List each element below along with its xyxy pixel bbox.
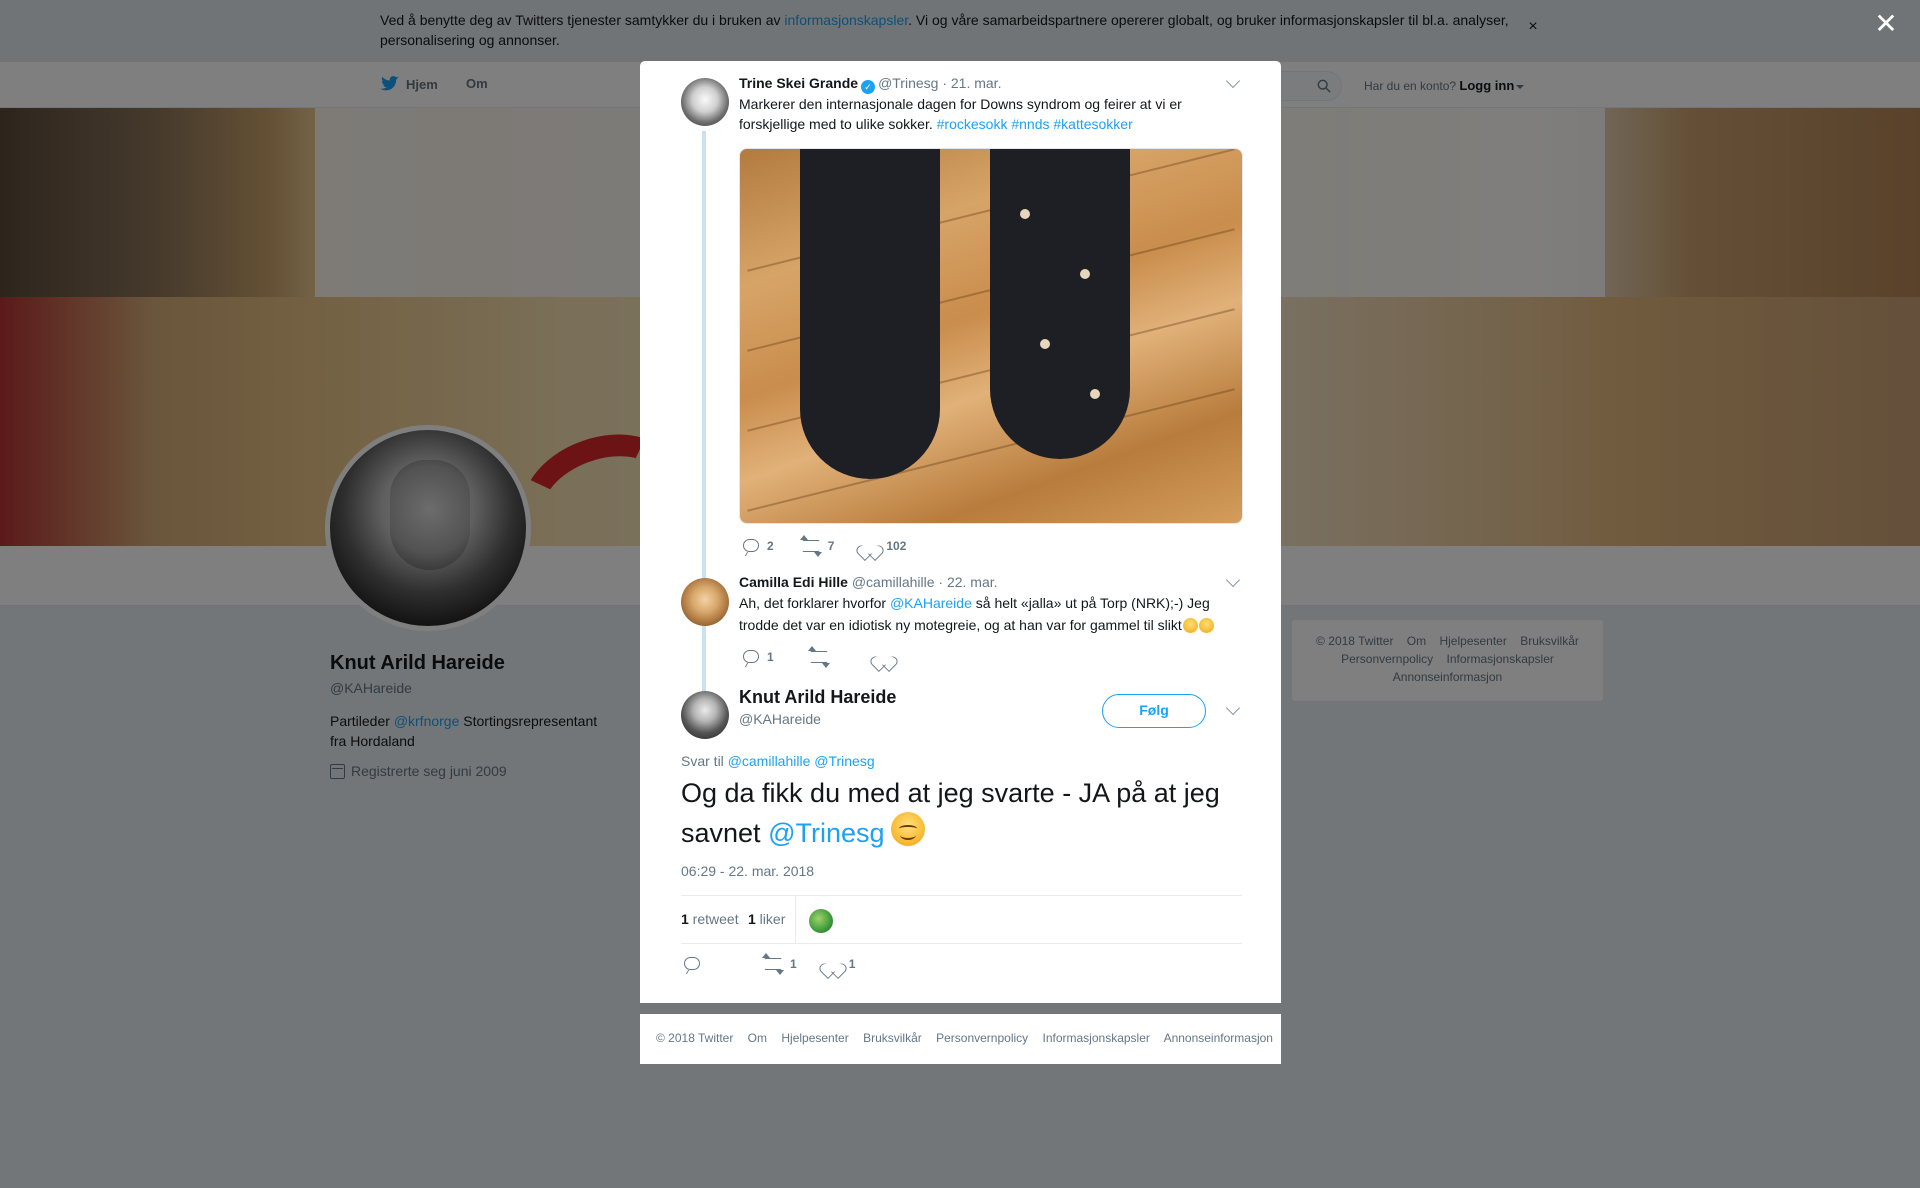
follow-button[interactable]: Følg (1102, 694, 1206, 728)
verified-icon: ✓ (861, 80, 876, 94)
footer-link: © 2018 Twitter (656, 1031, 734, 1045)
thread-line (702, 131, 706, 631)
retweet-button[interactable] (807, 645, 830, 668)
tweet-date[interactable]: · 21. mar. (942, 75, 1001, 91)
retweet-button[interactable]: 1 (762, 952, 797, 975)
like-button[interactable]: 102 (862, 538, 906, 553)
avatar[interactable] (681, 691, 729, 739)
tweet-actions: 1 1 (684, 952, 883, 975)
heart-icon (862, 538, 878, 553)
tweet-header: Trine Skei Grande ✓ @Trinesg · 21. mar. (739, 74, 1001, 94)
modal-footer: © 2018 Twitter Om Hjelpesenter Bruksvilk… (640, 1014, 1281, 1064)
footer-link[interactable]: Annonseinformasjon (1164, 1031, 1273, 1045)
footer-link[interactable]: Bruksvilkår (863, 1031, 922, 1045)
avatar[interactable] (681, 578, 729, 626)
tweet-stats: 1 retweet 1 liker (681, 895, 1242, 944)
reply-button[interactable]: 2 (743, 539, 774, 553)
right-sock (990, 149, 1130, 459)
emoji-smile-icon (890, 812, 925, 846)
reply-icon (743, 650, 759, 663)
author-handle[interactable]: @KAHareide (739, 711, 821, 727)
retweet-icon (807, 645, 830, 668)
tweet-text: Markerer den internasjonale dagen for Do… (739, 96, 1182, 132)
reply-button[interactable] (684, 957, 700, 970)
tweet-timestamp[interactable]: 06:29 - 22. mar. 2018 (681, 863, 814, 879)
main-tweet-text: Og da fikk du med at jeg svarte - JA på … (681, 778, 1220, 848)
footer-link[interactable]: Hjelpesenter (781, 1031, 848, 1045)
mention-link[interactable]: @Trinesg (768, 818, 884, 848)
author-name[interactable]: Knut Arild Hareide (739, 687, 896, 708)
reply-button[interactable]: 1 (743, 650, 774, 664)
retweet-button[interactable]: 7 (799, 534, 834, 557)
reply-icon (743, 539, 759, 552)
tweet-modal: Trine Skei Grande ✓ @Trinesg · 21. mar. Ma… (640, 61, 1281, 1003)
author-handle[interactable]: @camillahille (852, 574, 935, 590)
reply-mentions[interactable]: @camillahille @Trinesg (728, 753, 875, 769)
like-button[interactable]: 1 (825, 956, 856, 971)
heart-icon (825, 956, 841, 971)
liker-avatar[interactable] (809, 909, 833, 933)
tweet-actions: 2 7 102 (743, 534, 934, 557)
like-button[interactable] (876, 649, 892, 664)
retweet-icon (762, 952, 784, 975)
tweet-text: Ah, det forklarer hvorfor @KAHareide så … (739, 592, 1239, 636)
like-count[interactable]: 1 liker (748, 911, 785, 927)
left-sock (800, 149, 940, 479)
author-name[interactable]: Trine Skei Grande (739, 75, 858, 91)
reply-context: Svar til @camillahille @Trinesg (681, 753, 875, 769)
reply-icon (684, 957, 700, 970)
close-icon[interactable]: ✕ (1874, 10, 1898, 38)
tweet-actions: 1 (743, 645, 920, 668)
chevron-down-icon[interactable] (1225, 572, 1241, 588)
retweet-count[interactable]: 1 retweet (681, 911, 739, 927)
footer-link[interactable]: Informasjonskapsler (1043, 1031, 1150, 1045)
emoji-laugh-icon (1198, 618, 1214, 633)
hashtag-links[interactable]: #rockesokk #nnds #kattesokker (937, 116, 1133, 132)
footer-link[interactable]: Personvernpolicy (936, 1031, 1028, 1045)
mention-link[interactable]: @KAHareide (890, 595, 972, 611)
author-handle[interactable]: @Trinesg (878, 75, 938, 91)
tweet-photo[interactable] (739, 148, 1243, 524)
tweet-header: Camilla Edi Hille @camillahille · 22. ma… (739, 573, 998, 591)
author-name[interactable]: Camilla Edi Hille (739, 574, 848, 590)
retweet-icon (799, 534, 822, 557)
emoji-wink-icon (1182, 618, 1198, 633)
chevron-down-icon[interactable] (1225, 73, 1241, 89)
tweet-date[interactable]: · 22. mar. (938, 574, 997, 590)
chevron-down-icon[interactable] (1225, 700, 1241, 716)
avatar[interactable] (681, 78, 729, 126)
heart-icon (876, 649, 892, 664)
footer-link[interactable]: Om (748, 1031, 767, 1045)
